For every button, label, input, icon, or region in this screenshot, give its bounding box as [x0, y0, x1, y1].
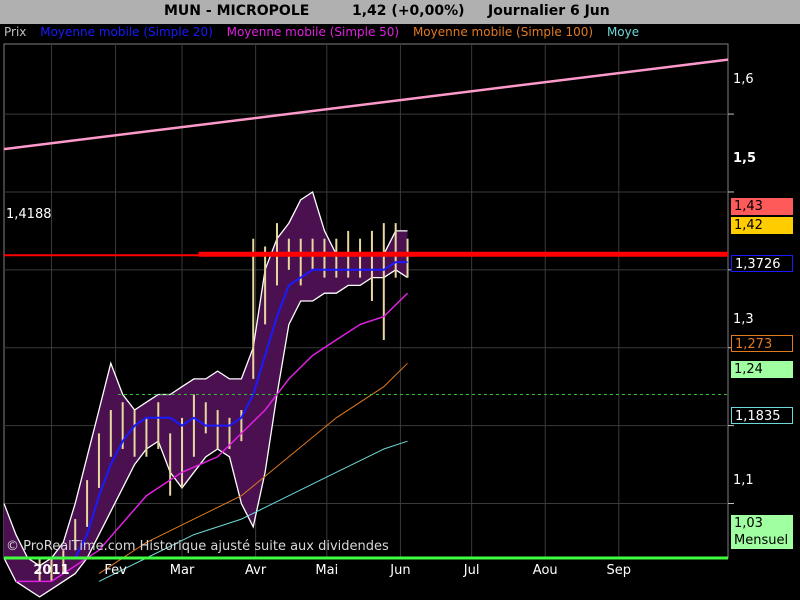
legend-item-price[interactable]: Prix: [4, 25, 26, 39]
price-change: 1,42 (+0,00%): [352, 3, 465, 19]
legend-item-ma200[interactable]: Moye: [607, 25, 639, 39]
legend-item-ma100[interactable]: Moyenne mobile (Simple 100): [413, 25, 593, 39]
price-box-last: 1,42: [731, 217, 793, 234]
price-box-support: 1,03: [731, 515, 793, 532]
resistance-level-label: 1,4188: [6, 207, 52, 222]
price-chart[interactable]: [0, 0, 800, 600]
price-box-dotted-level: 1,24: [731, 361, 793, 378]
x-tick-label: Mar: [169, 563, 195, 578]
price-box-ma20: 1,3726: [731, 255, 793, 272]
x-tick-label: Avr: [245, 563, 267, 578]
price-box-ma50: 1,273: [731, 335, 793, 352]
y-tick-label: 1,5: [733, 151, 757, 166]
y-tick-label: 1,3: [733, 312, 754, 327]
x-tick-label: Mai: [315, 563, 339, 578]
price-box-ma200: 1,1835: [731, 407, 793, 424]
period-label: Journalier 6 Jun: [488, 3, 610, 19]
chart-header: MUN - MICROPOLE 1,42 (+0,00%) Journalier…: [0, 0, 800, 24]
copyright-notice: © ProRealTime.com Historique ajusté suit…: [6, 539, 389, 554]
x-tick-label: Sep: [606, 563, 632, 578]
x-tick-label: Jul: [463, 563, 480, 578]
y-tick-label: 1,1: [733, 473, 754, 488]
x-tick-label: Aou: [532, 563, 558, 578]
x-tick-label: Jun: [390, 563, 411, 578]
legend: Prix Moyenne mobile (Simple 20) Moyenne …: [4, 25, 728, 43]
legend-item-ma50[interactable]: Moyenne mobile (Simple 50): [227, 25, 400, 39]
price-box-support-period: Mensuel: [731, 532, 793, 549]
x-tick-label: 2011: [33, 563, 70, 578]
x-tick-label: Fev: [104, 563, 127, 578]
price-box-high: 1,43: [731, 198, 793, 215]
y-tick-label: 1,6: [733, 72, 754, 87]
legend-item-ma20[interactable]: Moyenne mobile (Simple 20): [40, 25, 213, 39]
symbol-title: MUN - MICROPOLE: [164, 3, 310, 19]
